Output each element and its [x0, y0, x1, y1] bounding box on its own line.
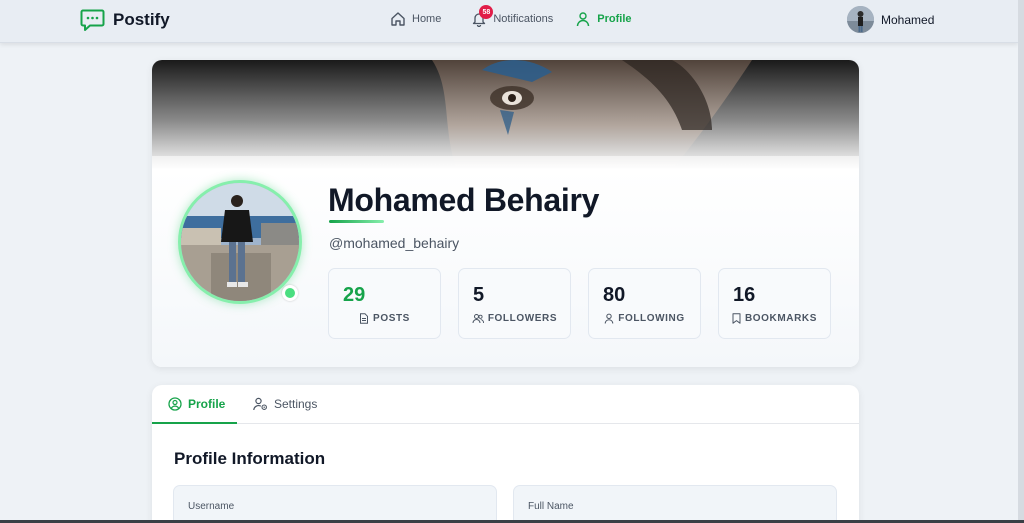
nav-notifications[interactable]: 58 Notifications	[471, 5, 554, 27]
tab-bar: Profile Settings	[152, 385, 859, 424]
stat-label: FOLLOWING	[618, 313, 685, 324]
cover-image	[152, 60, 859, 170]
profile-stats: 29 POSTS 5 FOLLOWERS 80 FOLLOWING 16 BOO…	[328, 268, 831, 339]
avatar	[847, 6, 874, 33]
user-name: Mohamed	[881, 12, 935, 27]
user-gear-icon	[253, 397, 268, 411]
stat-value: 29	[343, 284, 366, 306]
user-menu[interactable]: Mohamed	[847, 6, 934, 33]
tab-settings[interactable]: Settings	[253, 397, 317, 411]
stat-label: POSTS	[373, 313, 410, 324]
stat-bookmarks[interactable]: 16 BOOKMARKS	[718, 268, 831, 339]
user-circle-icon	[168, 397, 182, 411]
stat-posts[interactable]: 29 POSTS	[328, 268, 441, 339]
top-navbar: Postify Home 58 Notifications Profile Mo…	[0, 0, 1018, 43]
stat-value: 5	[473, 284, 485, 306]
bookmark-icon	[732, 313, 741, 324]
profile-tabs-card: Profile Settings Profile Information Use…	[152, 385, 859, 523]
stat-label-row: FOLLOWING	[589, 313, 700, 324]
brand[interactable]: Postify	[80, 8, 170, 32]
stat-label-row: BOOKMARKS	[719, 313, 830, 324]
profile-handle: @mohamed_behairy	[329, 235, 460, 251]
users-icon	[472, 313, 484, 324]
nav-home-label: Home	[412, 13, 442, 25]
chat-bubble-icon	[80, 8, 105, 32]
nav-links: Home 58 Notifications Profile	[390, 5, 654, 27]
full-name-field[interactable]: Full Name	[513, 485, 837, 523]
tab-profile[interactable]: Profile	[168, 397, 225, 411]
notification-count-badge: 58	[479, 5, 494, 19]
stat-label: FOLLOWERS	[487, 313, 558, 324]
stat-followers[interactable]: 5 FOLLOWERS	[458, 268, 571, 339]
nav-notifications-label: Notifications	[493, 13, 554, 25]
nav-profile-label: Profile	[597, 13, 632, 25]
app-name: Postify	[113, 10, 170, 29]
document-icon	[359, 313, 369, 324]
user-icon	[604, 313, 614, 324]
field-label: Full Name	[528, 501, 574, 512]
online-status-indicator	[282, 285, 298, 301]
stat-label-row: POSTS	[329, 313, 440, 324]
stat-value: 16	[733, 284, 756, 306]
tab-settings-label: Settings	[274, 397, 318, 411]
profile-display-name: Mohamed Behairy	[328, 182, 600, 218]
user-icon	[575, 11, 591, 27]
username-field[interactable]: Username	[173, 485, 497, 523]
home-icon	[390, 11, 406, 27]
tab-profile-label: Profile	[188, 397, 226, 411]
nav-home[interactable]: Home	[390, 11, 441, 27]
active-tab-indicator	[152, 422, 237, 424]
stat-label: BOOKMARKS	[744, 313, 818, 324]
stat-label-row: FOLLOWERS	[459, 313, 570, 324]
nav-profile[interactable]: Profile	[575, 11, 632, 27]
profile-avatar[interactable]	[178, 180, 302, 304]
field-label: Username	[188, 501, 235, 512]
profile-card: Mohamed Behairy @mohamed_behairy 29 POST…	[152, 60, 859, 367]
stat-value: 80	[603, 284, 626, 306]
section-title: Profile Information	[174, 449, 326, 468]
page-scrollbar[interactable]	[1018, 0, 1024, 523]
name-underline	[329, 220, 384, 223]
stat-following[interactable]: 80 FOLLOWING	[588, 268, 701, 339]
